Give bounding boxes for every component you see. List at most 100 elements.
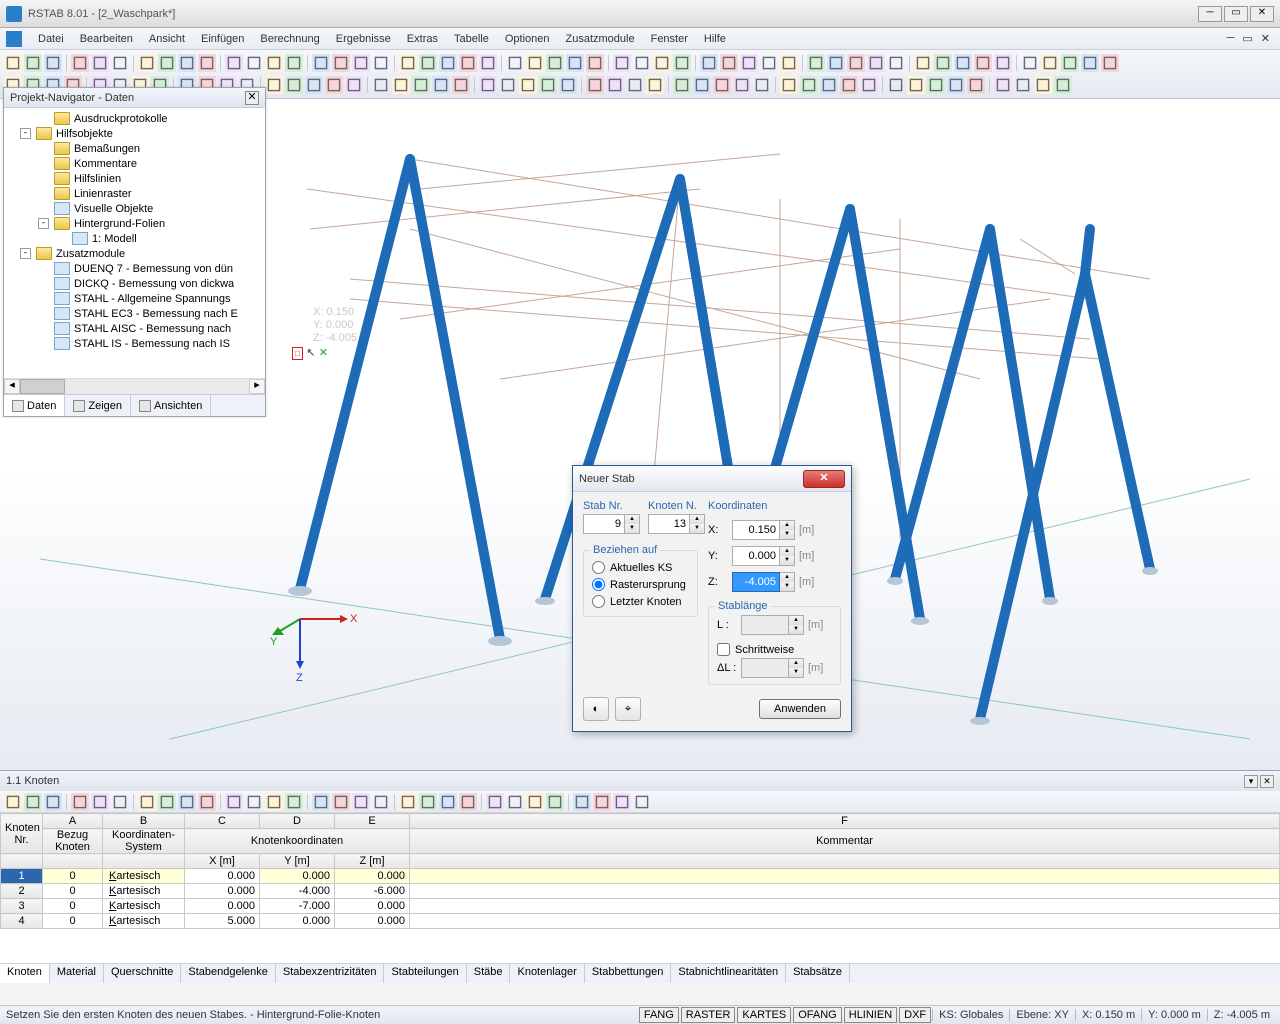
toolbar-icon[interactable]	[693, 76, 711, 94]
toolbar-icon[interactable]	[178, 54, 196, 72]
toolbar-icon[interactable]	[994, 54, 1012, 72]
toolbar-icon[interactable]	[332, 54, 350, 72]
navigator-scrollbar[interactable]: ◂▸	[4, 378, 265, 394]
menu-tabelle[interactable]: Tabelle	[446, 31, 497, 47]
radio-aktuelles-ks[interactable]: Aktuelles KS	[592, 559, 689, 576]
coord-y-input[interactable]	[732, 546, 780, 566]
toolbar-icon[interactable]	[673, 76, 691, 94]
toolbar-icon[interactable]	[626, 76, 644, 94]
toolbar-icon[interactable]	[780, 76, 798, 94]
table-tab[interactable]: Knotenlager	[510, 964, 584, 983]
radio-rasterursprung[interactable]: Rasterursprung	[592, 576, 689, 593]
table-row[interactable]: 40Kartesisch5.0000.0000.000	[1, 914, 1280, 929]
toolbar-icon[interactable]	[265, 54, 283, 72]
table-pin[interactable]: ▾	[1244, 775, 1258, 788]
tree-item[interactable]: Ausdruckprotokolle	[4, 111, 265, 126]
toolbar-icon[interactable]	[352, 793, 370, 811]
table-tab[interactable]: Querschnitte	[104, 964, 181, 983]
mdi-minimize[interactable]: ─	[1223, 32, 1239, 45]
toolbar-icon[interactable]	[753, 76, 771, 94]
knoten-input[interactable]	[648, 514, 690, 534]
toolbar-icon[interactable]	[586, 54, 604, 72]
toolbar-icon[interactable]	[479, 54, 497, 72]
toolbar-icon[interactable]	[332, 793, 350, 811]
toolbar-icon[interactable]	[245, 54, 263, 72]
toolbar-icon[interactable]	[1021, 54, 1039, 72]
toolbar-icon[interactable]	[312, 793, 330, 811]
toolbar-icon[interactable]	[372, 54, 390, 72]
toolbar-icon[interactable]	[345, 76, 363, 94]
toolbar-icon[interactable]	[760, 54, 778, 72]
tree-item[interactable]: 1: Modell	[4, 231, 265, 246]
toolbar-icon[interactable]	[372, 793, 390, 811]
toolbar-icon[interactable]	[633, 54, 651, 72]
toolbar-icon[interactable]	[91, 793, 109, 811]
toolbar-icon[interactable]	[399, 54, 417, 72]
menu-berechnung[interactable]: Berechnung	[252, 31, 327, 47]
tree-item[interactable]: STAHL EC3 - Bemessung nach E	[4, 306, 265, 321]
table-tab[interactable]: Stabendgelenke	[181, 964, 276, 983]
toolbar-icon[interactable]	[713, 76, 731, 94]
toolbar-icon[interactable]	[847, 54, 865, 72]
navigator-close[interactable]: ✕	[245, 91, 259, 105]
toolbar-icon[interactable]	[860, 76, 878, 94]
toolbar-icon[interactable]	[613, 54, 631, 72]
toolbar-icon[interactable]	[506, 54, 524, 72]
minimize-button[interactable]: ─	[1198, 6, 1222, 22]
toolbar-icon[interactable]	[352, 54, 370, 72]
toolbar-icon[interactable]	[1041, 54, 1059, 72]
toolbar-icon[interactable]	[974, 54, 992, 72]
status-toggle[interactable]: KARTES	[737, 1007, 791, 1023]
toolbar-icon[interactable]	[539, 76, 557, 94]
toolbar-icon[interactable]	[198, 793, 216, 811]
toolbar-icon[interactable]	[887, 76, 905, 94]
table-tab[interactable]: Stabsätze	[786, 964, 850, 983]
toolbar-icon[interactable]	[700, 54, 718, 72]
toolbar-icon[interactable]	[633, 793, 651, 811]
toolbar-icon[interactable]	[1034, 76, 1052, 94]
toolbar-icon[interactable]	[994, 76, 1012, 94]
table-tab[interactable]: Stabteilungen	[384, 964, 466, 983]
menu-hilfe[interactable]: Hilfe	[696, 31, 734, 47]
toolbar-icon[interactable]	[265, 793, 283, 811]
toolbar-icon[interactable]	[225, 793, 243, 811]
tree-item[interactable]: Visuelle Objekte	[4, 201, 265, 216]
toolbar-icon[interactable]	[673, 54, 691, 72]
table-tab[interactable]: Stabbettungen	[585, 964, 672, 983]
toolbar-icon[interactable]	[566, 54, 584, 72]
toolbar-icon[interactable]	[800, 76, 818, 94]
toolbar-icon[interactable]	[285, 793, 303, 811]
toolbar-icon[interactable]	[499, 76, 517, 94]
tree-expander[interactable]: -	[20, 248, 31, 259]
menu-extras[interactable]: Extras	[399, 31, 446, 47]
toolbar-icon[interactable]	[867, 54, 885, 72]
toolbar-icon[interactable]	[285, 54, 303, 72]
tree-item[interactable]: Bemaßungen	[4, 141, 265, 156]
toolbar-icon[interactable]	[439, 793, 457, 811]
tree-item[interactable]: Kommentare	[4, 156, 265, 171]
toolbar-icon[interactable]	[934, 54, 952, 72]
navigator-tab[interactable]: Ansichten	[131, 395, 211, 416]
toolbar-icon[interactable]	[91, 54, 109, 72]
toolbar-icon[interactable]	[452, 76, 470, 94]
tree-item[interactable]: DICKQ - Bemessung von dickwa	[4, 276, 265, 291]
menu-ergebnisse[interactable]: Ergebnisse	[328, 31, 399, 47]
close-button[interactable]: ✕	[1250, 6, 1274, 22]
table-tab[interactable]: Stabexzentrizitäten	[276, 964, 385, 983]
toolbar-icon[interactable]	[158, 54, 176, 72]
toolbar-icon[interactable]	[646, 76, 664, 94]
toolbar-icon[interactable]	[947, 76, 965, 94]
table-close[interactable]: ✕	[1260, 775, 1274, 788]
apply-button[interactable]: Anwenden	[759, 699, 841, 719]
toolbar-icon[interactable]	[887, 54, 905, 72]
status-toggle[interactable]: DXF	[899, 1007, 931, 1023]
table-row[interactable]: 30Kartesisch0.000-7.0000.000	[1, 899, 1280, 914]
navigator-tree[interactable]: Ausdruckprotokolle-HilfsobjekteBemaßunge…	[4, 108, 265, 378]
toolbar-icon[interactable]	[526, 793, 544, 811]
menu-bearbeiten[interactable]: Bearbeiten	[72, 31, 141, 47]
tree-item[interactable]: Hilfslinien	[4, 171, 265, 186]
toolbar-icon[interactable]	[138, 54, 156, 72]
toolbar-icon[interactable]	[325, 76, 343, 94]
toolbar-icon[interactable]	[586, 76, 604, 94]
toolbar-icon[interactable]	[546, 54, 564, 72]
